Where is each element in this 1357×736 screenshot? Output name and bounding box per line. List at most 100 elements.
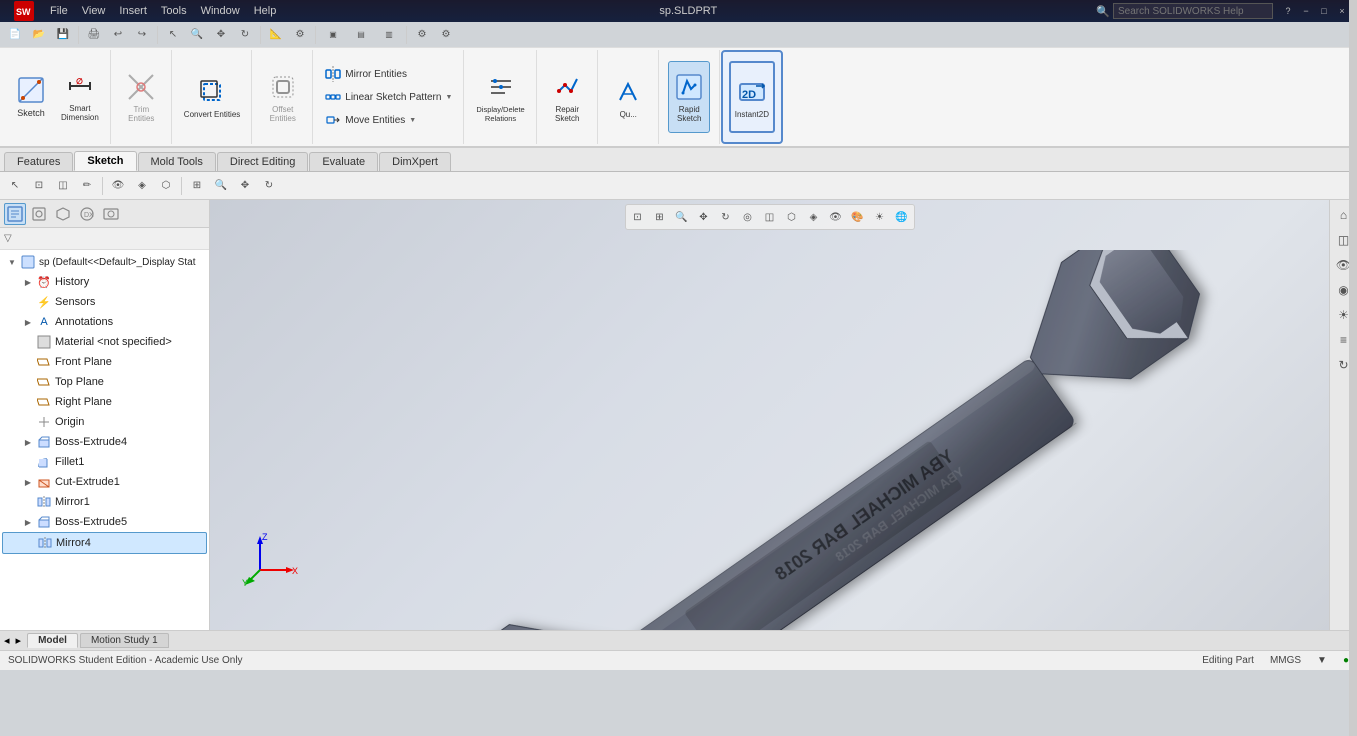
- rebuild-all-button[interactable]: ⚙: [435, 24, 457, 46]
- maximize-button[interactable]: □: [1317, 4, 1331, 18]
- cut-extrude1-expander[interactable]: ▶: [22, 476, 34, 488]
- tab-direct-editing[interactable]: Direct Editing: [217, 152, 308, 171]
- property-manager-tab[interactable]: [28, 203, 50, 225]
- vp-normal-to[interactable]: ◎: [738, 207, 758, 227]
- tree-item-annotations[interactable]: ▶ A Annotations: [2, 312, 207, 332]
- feature-tree-tab[interactable]: [4, 203, 26, 225]
- vp-section-view[interactable]: ⬡: [782, 207, 802, 227]
- save-button[interactable]: 💾: [52, 24, 74, 46]
- tree-item-boss-extrude4[interactable]: ▶ Boss-Extrude4: [2, 432, 207, 452]
- repair-sketch-button[interactable]: RepairSketch: [546, 61, 588, 133]
- sub-hide-show-button[interactable]: 👁: [107, 175, 129, 197]
- sub-zoom-fit-button[interactable]: ⊞: [186, 175, 208, 197]
- redo-button[interactable]: ↪: [131, 24, 153, 46]
- menu-file[interactable]: File: [46, 3, 72, 19]
- minimize-button[interactable]: −: [1299, 4, 1313, 18]
- root-expander[interactable]: ▼: [6, 256, 18, 268]
- drawing-button[interactable]: ▤: [348, 24, 374, 46]
- tree-item-origin[interactable]: ▶ Origin: [2, 412, 207, 432]
- menu-tools[interactable]: Tools: [157, 3, 191, 19]
- tab-evaluate[interactable]: Evaluate: [309, 152, 378, 171]
- menu-view[interactable]: View: [78, 3, 110, 19]
- scroll-left-button[interactable]: ◂: [4, 634, 10, 647]
- sketch-button[interactable]: Sketch: [10, 60, 52, 132]
- measure-button[interactable]: 📐: [265, 24, 287, 46]
- print-button[interactable]: 🖨: [83, 24, 105, 46]
- pan-button[interactable]: ✥: [210, 24, 232, 46]
- tree-item-cut-extrude1[interactable]: ▶ Cut-Extrude1: [2, 472, 207, 492]
- help-button[interactable]: ?: [1281, 4, 1295, 18]
- vp-view-options[interactable]: ◫: [760, 207, 780, 227]
- quick-sketch-button[interactable]: Qu...: [607, 61, 649, 133]
- linear-sketch-pattern-button[interactable]: Linear Sketch Pattern ▼: [320, 86, 457, 108]
- dim-xpert-manager-tab[interactable]: DX: [76, 203, 98, 225]
- tree-item-sensors[interactable]: ▶ ⚡ Sensors: [2, 292, 207, 312]
- select-button[interactable]: ↖: [162, 24, 184, 46]
- sub-zoom-in-button[interactable]: 🔍: [210, 175, 232, 197]
- tab-mold-tools[interactable]: Mold Tools: [138, 152, 216, 171]
- boss-extrude5-expander[interactable]: ▶: [22, 516, 34, 528]
- move-entities-dropdown[interactable]: ▼: [409, 117, 416, 124]
- offset-entities-button[interactable]: OffsetEntities: [262, 61, 304, 133]
- tree-item-boss-extrude5[interactable]: ▶ Boss-Extrude5: [2, 512, 207, 532]
- rotate-button[interactable]: ↻: [234, 24, 256, 46]
- viewport[interactable]: ⊡ ⊞ 🔍 ✥ ↻ ◎ ◫ ⬡ ◈ 👁 🎨 ☀ 🌐: [210, 200, 1329, 630]
- search-input[interactable]: [1113, 3, 1273, 19]
- linear-sketch-dropdown[interactable]: ▼: [445, 94, 452, 101]
- vp-appearances[interactable]: 🎨: [848, 207, 868, 227]
- trim-entities-button[interactable]: TrimEntities: [120, 61, 162, 133]
- sub-rotate-view-button[interactable]: ↻: [258, 175, 280, 197]
- boss-extrude4-expander[interactable]: ▶: [22, 436, 34, 448]
- sub-display-button[interactable]: ◫: [52, 175, 74, 197]
- vp-pan[interactable]: ✥: [694, 207, 714, 227]
- vp-environment[interactable]: 🌐: [892, 207, 912, 227]
- sub-filter-button[interactable]: ⊡: [28, 175, 50, 197]
- vp-display-style[interactable]: ◈: [804, 207, 824, 227]
- menu-window[interactable]: Window: [197, 3, 244, 19]
- sub-sketch-tools-button[interactable]: ✏: [76, 175, 98, 197]
- close-button[interactable]: ×: [1335, 4, 1349, 18]
- tab-features[interactable]: Features: [4, 152, 73, 171]
- tree-item-fillet1[interactable]: ▶ Fillet1: [2, 452, 207, 472]
- vp-zoom-in[interactable]: 🔍: [672, 207, 692, 227]
- sub-pan-button[interactable]: ✥: [234, 175, 256, 197]
- tab-sketch[interactable]: Sketch: [74, 151, 136, 171]
- sub-wireframe-button[interactable]: ⬡: [155, 175, 177, 197]
- move-entities-button[interactable]: Move Entities ▼: [320, 109, 457, 131]
- configuration-manager-tab[interactable]: [52, 203, 74, 225]
- open-button[interactable]: 📂: [28, 24, 50, 46]
- bottom-tab-model[interactable]: Model: [27, 633, 78, 648]
- tree-root-item[interactable]: ▼ sp (Default<<Default>_Display Stat: [2, 252, 207, 272]
- tab-dimxpert[interactable]: DimXpert: [379, 152, 451, 171]
- menu-insert[interactable]: Insert: [115, 3, 151, 19]
- vp-scene[interactable]: ☀: [870, 207, 890, 227]
- display-delete-relations-button[interactable]: Display/DeleteRelations: [471, 61, 529, 133]
- bottom-tab-motion-study[interactable]: Motion Study 1: [80, 633, 169, 648]
- zoom-button[interactable]: 🔍: [186, 24, 208, 46]
- tree-item-front-plane[interactable]: ▶ Front Plane: [2, 352, 207, 372]
- vp-zoom-area[interactable]: ⊞: [650, 207, 670, 227]
- filter-icon[interactable]: ▽: [4, 233, 12, 244]
- sub-select-button[interactable]: ↖: [4, 175, 26, 197]
- tree-item-right-plane[interactable]: ▶ Right Plane: [2, 392, 207, 412]
- tree-item-history[interactable]: ▶ ⏰ History: [2, 272, 207, 292]
- vp-rotate[interactable]: ↻: [716, 207, 736, 227]
- tree-item-top-plane[interactable]: ▶ Top Plane: [2, 372, 207, 392]
- vp-zoom-fit[interactable]: ⊡: [628, 207, 648, 227]
- undo-button[interactable]: ↩: [107, 24, 129, 46]
- simulation-button[interactable]: ▥: [376, 24, 402, 46]
- options-button[interactable]: ⚙: [289, 24, 311, 46]
- mirror-entities-button[interactable]: Mirror Entities: [320, 63, 457, 85]
- instant2d-button[interactable]: 2D Instant2D: [729, 61, 775, 133]
- display-manager-tab[interactable]: [100, 203, 122, 225]
- rapid-sketch-button[interactable]: RapidSketch: [668, 61, 710, 133]
- sub-shading-button[interactable]: ◈: [131, 175, 153, 197]
- new-button[interactable]: 📄: [4, 24, 26, 46]
- tree-item-mirror4[interactable]: ▶ Mirror4: [2, 532, 207, 554]
- vp-hide-items[interactable]: 👁: [826, 207, 846, 227]
- tree-item-mirror1[interactable]: ▶ Mirror1: [2, 492, 207, 512]
- smart-dimension-button[interactable]: ∅ SmartDimension: [56, 60, 104, 132]
- assembly-button[interactable]: ▣: [320, 24, 346, 46]
- scroll-right-button[interactable]: ▸: [16, 634, 22, 647]
- history-expander[interactable]: ▶: [22, 276, 34, 288]
